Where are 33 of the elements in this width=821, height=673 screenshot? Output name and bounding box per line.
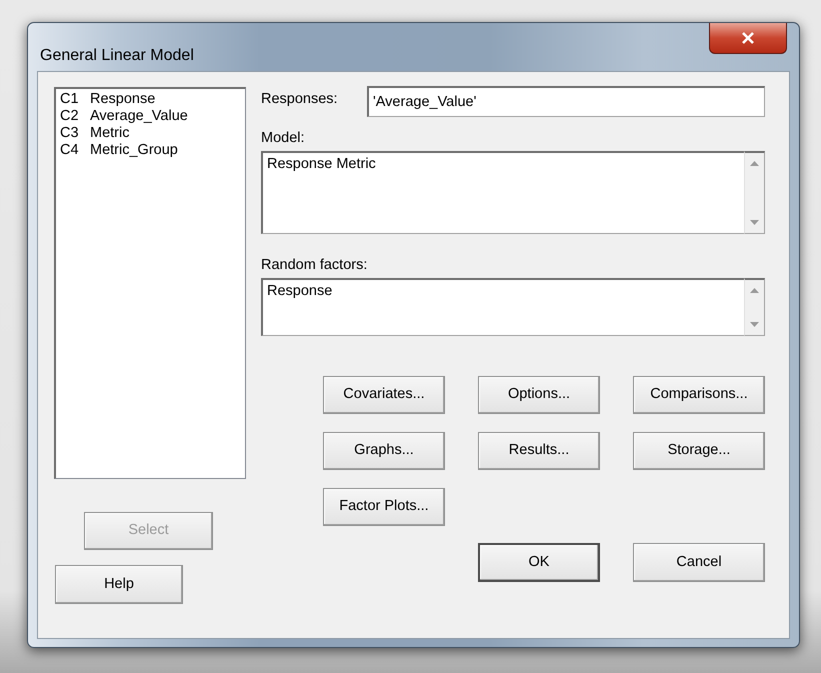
random-factors-field[interactable]: Response xyxy=(261,278,744,336)
scroll-down-icon[interactable] xyxy=(750,322,759,327)
cancel-button[interactable]: Cancel xyxy=(633,543,765,582)
column-number: C3 xyxy=(60,125,80,142)
field-label: Responses: xyxy=(261,90,339,108)
column-name[interactable]: Response xyxy=(90,91,156,108)
ok-button[interactable]: OK xyxy=(478,543,600,582)
model-field[interactable]: Response Metric xyxy=(261,151,744,234)
scrollbar[interactable] xyxy=(744,278,765,336)
scrollbar[interactable] xyxy=(744,151,765,234)
option-button[interactable]: Covariates... xyxy=(323,376,445,414)
column-name[interactable]: Metric_Group xyxy=(90,142,178,159)
field-label: Model: xyxy=(261,129,306,147)
option-button[interactable]: Graphs... xyxy=(323,432,445,470)
scroll-down-icon[interactable] xyxy=(750,220,759,225)
option-button[interactable]: Comparisons... xyxy=(633,376,765,414)
column-number: C4 xyxy=(60,142,80,159)
scroll-up-icon[interactable] xyxy=(750,161,759,166)
option-button[interactable]: Storage... xyxy=(633,432,765,470)
field-label: Random factors: xyxy=(261,256,368,274)
column-name[interactable]: Metric xyxy=(90,125,130,142)
window-title: General Linear Model xyxy=(40,46,194,66)
column-name[interactable]: Average_Value xyxy=(90,108,188,125)
scroll-up-icon[interactable] xyxy=(750,288,759,293)
column-number: C2 xyxy=(60,108,80,125)
option-button[interactable]: Results... xyxy=(478,432,600,470)
option-button[interactable]: Factor Plots... xyxy=(323,488,445,526)
help-button[interactable]: Help xyxy=(55,565,183,604)
column-number: C1 xyxy=(60,91,80,108)
responses-field[interactable]: 'Average_Value' xyxy=(367,86,765,117)
close-icon xyxy=(741,32,755,44)
close-button[interactable] xyxy=(709,23,787,54)
option-button[interactable]: Options... xyxy=(478,376,600,414)
